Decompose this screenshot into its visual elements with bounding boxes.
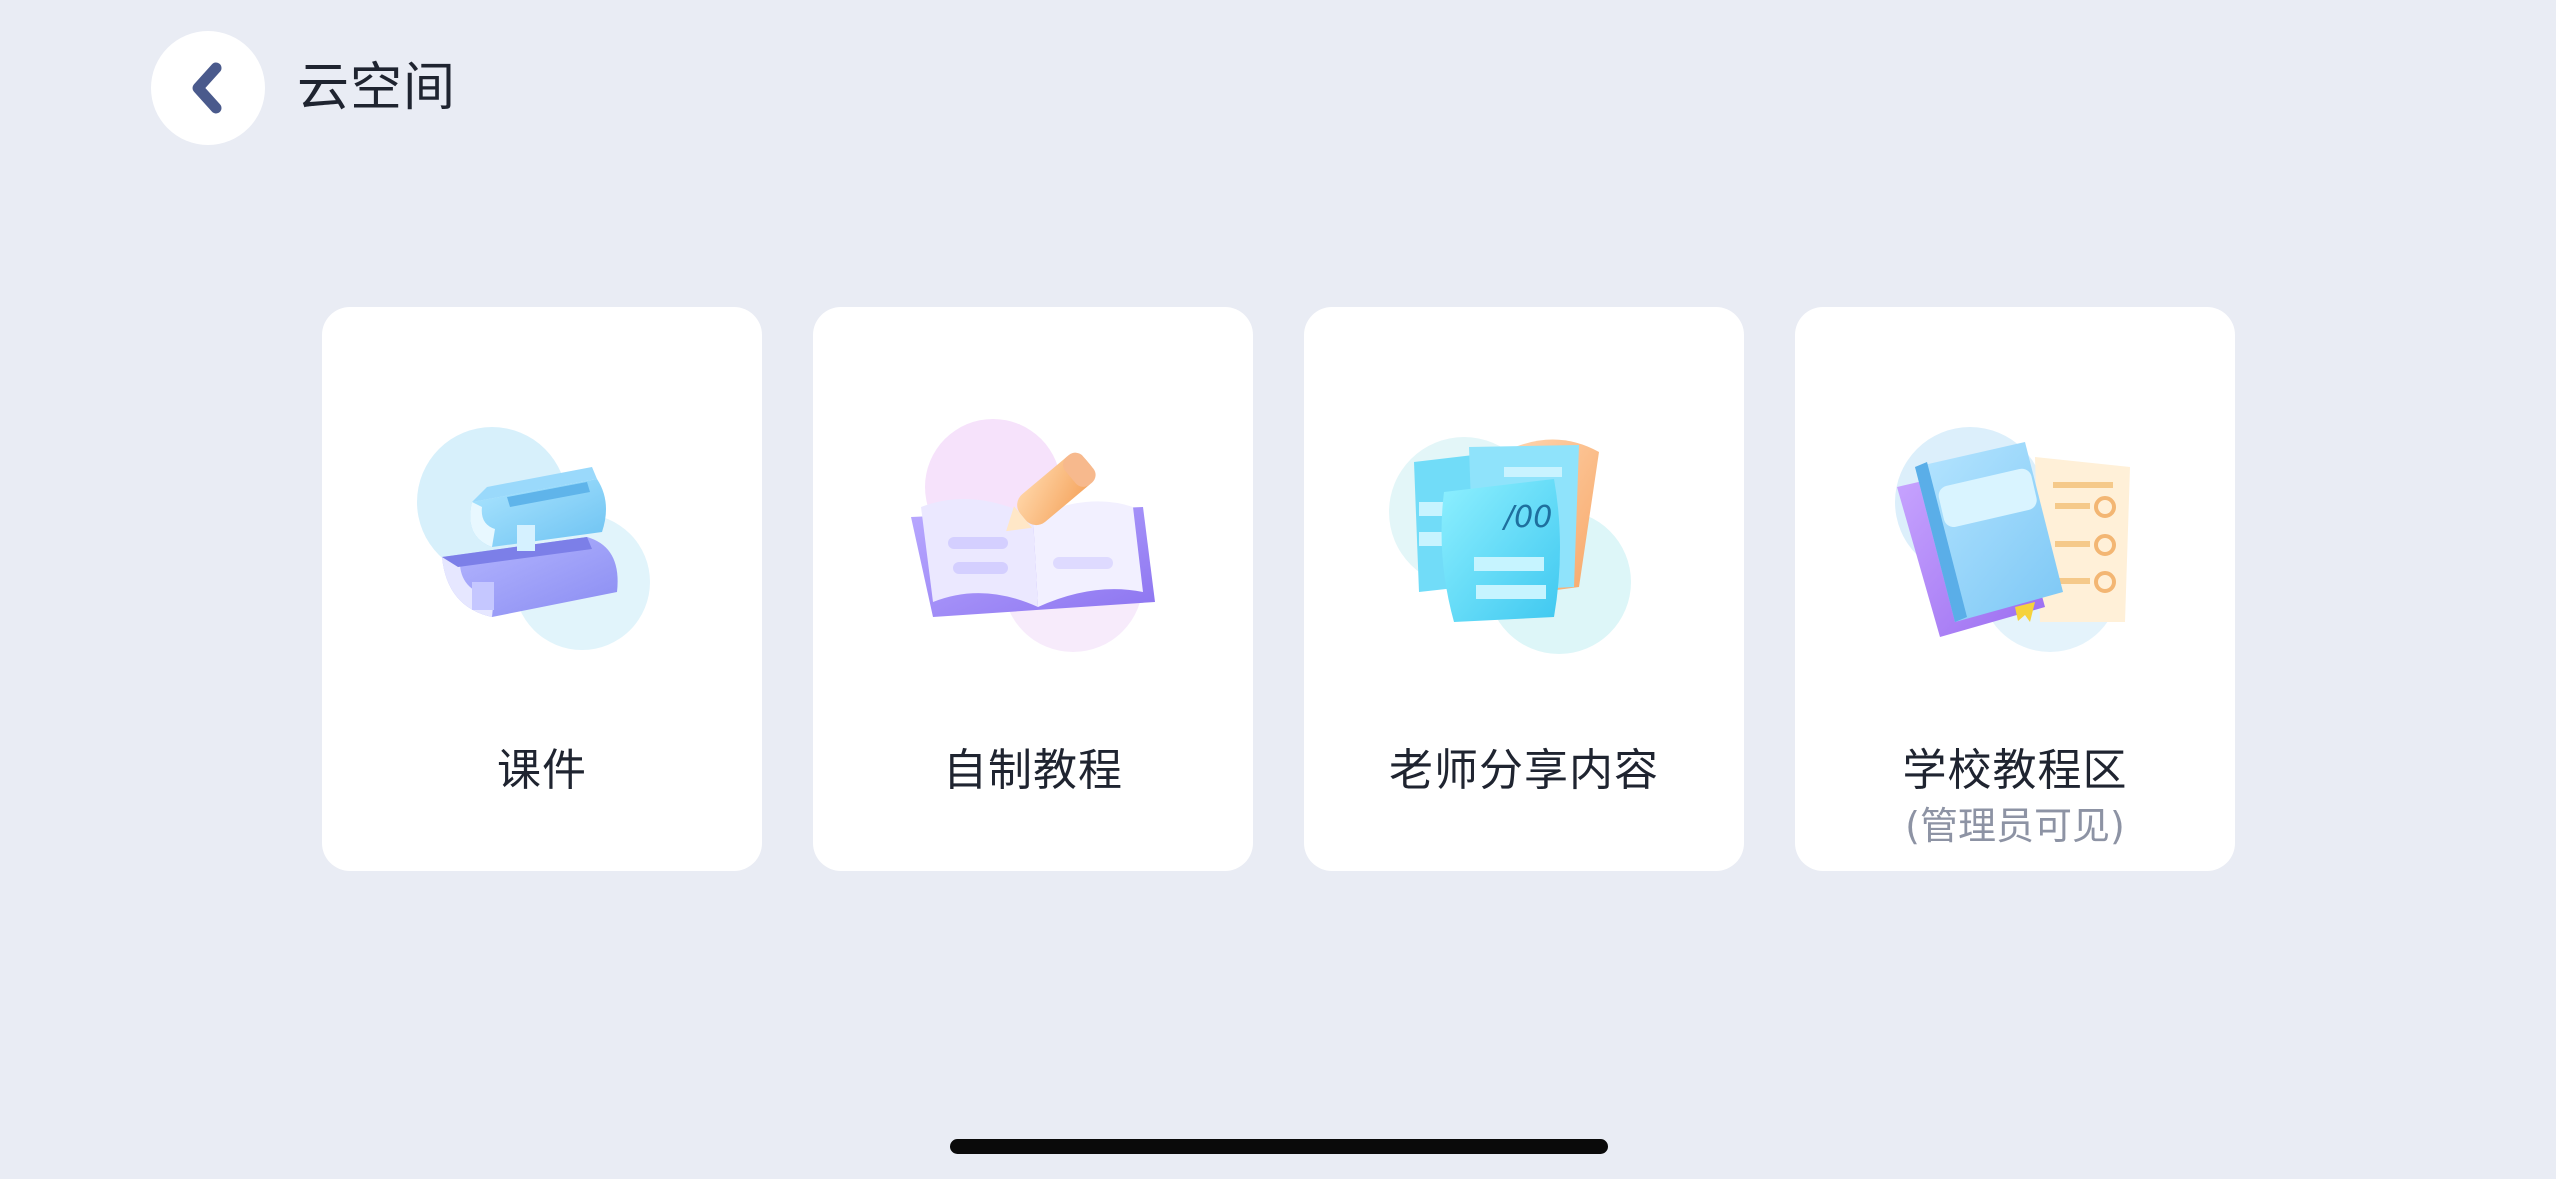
card-sublabel: (管理员可见): [1905, 804, 2125, 848]
card-school-tutorial-area[interactable]: 学校教程区 (管理员可见): [1795, 307, 2235, 871]
home-indicator[interactable]: [950, 1139, 1608, 1154]
chevron-left-icon: [192, 62, 222, 114]
card-self-made-tutorial[interactable]: 自制教程: [813, 307, 1253, 871]
school-book-checklist-icon: [1895, 427, 2130, 652]
card-label: 学校教程区: [1902, 745, 2128, 796]
card-label: 自制教程: [943, 745, 1123, 796]
back-button[interactable]: [151, 31, 265, 145]
svg-text:/00: /00: [1501, 500, 1552, 535]
cloud-space-page: 云空间 课件 自制教程 /00 老师分享内容 学校教程区 (管理员可见): [0, 0, 2556, 1179]
page-title: 云空间: [297, 58, 457, 118]
stacked-books-icon: [417, 427, 650, 650]
card-label: 老师分享内容: [1389, 745, 1659, 796]
shared-papers-icon: /00: [1389, 437, 1631, 654]
card-teacher-shared-content[interactable]: /00 老师分享内容: [1304, 307, 1744, 871]
card-label: 课件: [497, 745, 587, 796]
open-book-pencil-icon: [911, 419, 1155, 652]
card-courseware[interactable]: 课件: [322, 307, 762, 871]
